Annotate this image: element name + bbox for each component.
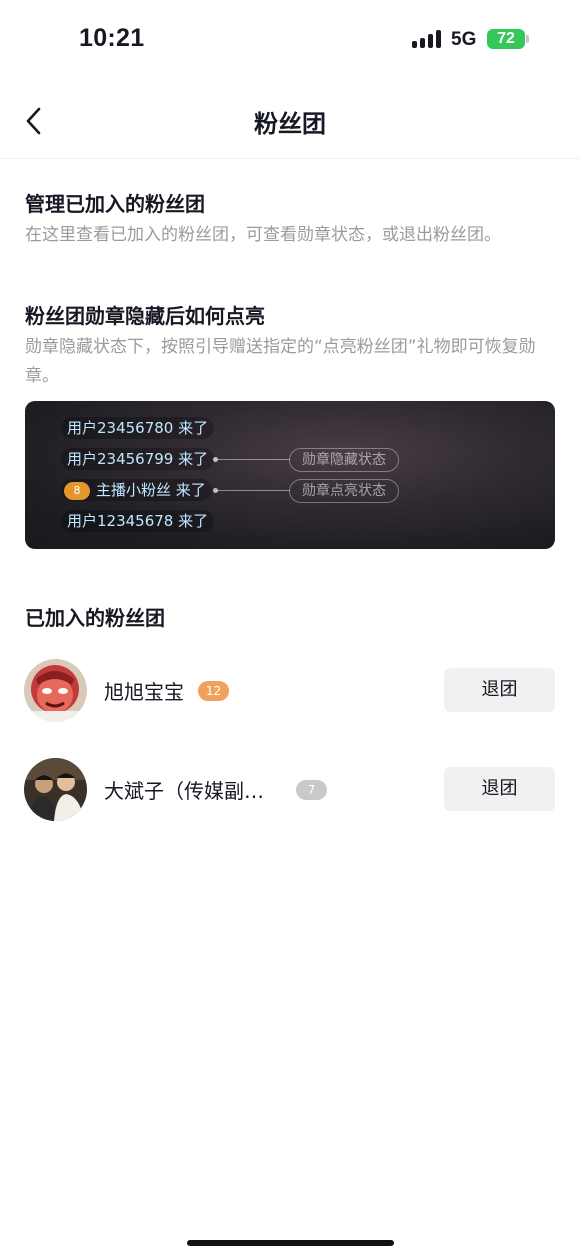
connector-line [217, 459, 290, 460]
quit-button[interactable]: 退团 [444, 668, 555, 712]
battery-icon: 72 [487, 29, 525, 49]
list-item: 旭旭宝宝 12 退团 [0, 659, 580, 739]
demo-row-text: 用户12345678 来了 [61, 510, 215, 532]
fan-club-name: 大斌子（传媒副… [104, 779, 264, 803]
demo-row-text: 用户23456799 来了 [61, 448, 215, 470]
badge-demo-image: 用户23456780 来了 用户23456799 来了 8 主播小粉丝 来了 用户… [25, 401, 555, 549]
avatar[interactable] [24, 659, 87, 722]
fan-badge-icon: 8 [64, 481, 90, 500]
quit-button[interactable]: 退团 [444, 767, 555, 811]
demo-row: 用户23456799 来了 [61, 447, 215, 471]
connector-line [217, 490, 290, 491]
manage-title: 管理已加入的粉丝团 [25, 192, 205, 216]
demo-row-text: 用户23456780 来了 [61, 417, 215, 439]
manage-desc: 在这里查看已加入的粉丝团，可查看勋章状态，或退出粉丝团。 [25, 225, 501, 245]
fan-club-name: 旭旭宝宝 [104, 680, 184, 704]
level-badge: 12 [198, 681, 229, 701]
list-item: 大斌子（传媒副… 7 退团 [0, 758, 580, 838]
nav-bar: 粉丝团 [0, 88, 580, 159]
level-badge: 7 [296, 780, 327, 800]
demo-row: 用户12345678 来了 [61, 509, 215, 533]
signal-icon [412, 30, 442, 48]
avatar[interactable] [24, 758, 87, 821]
hidden-state-label: 勋章隐藏状态 [289, 448, 399, 472]
demo-row-lit: 8 主播小粉丝 来了 [61, 478, 212, 502]
status-bar: 10:21 5G 72 [0, 0, 580, 80]
demo-row-text: 主播小粉丝 来了 [96, 481, 206, 499]
relight-desc: 勋章隐藏状态下，按照引导赠送指定的“点亮粉丝团”礼物即可恢复勋章。 [25, 337, 536, 386]
network-type: 5G [451, 29, 477, 50]
page-title: 粉丝团 [254, 110, 326, 138]
relight-title: 粉丝团勋章隐藏后如何点亮 [25, 304, 265, 328]
status-time: 10:21 [79, 24, 145, 52]
demo-row: 用户23456780 来了 [61, 416, 215, 440]
joined-title: 已加入的粉丝团 [25, 606, 165, 630]
battery-cap [526, 35, 529, 43]
home-indicator [187, 1240, 394, 1246]
lit-state-label: 勋章点亮状态 [289, 479, 399, 503]
